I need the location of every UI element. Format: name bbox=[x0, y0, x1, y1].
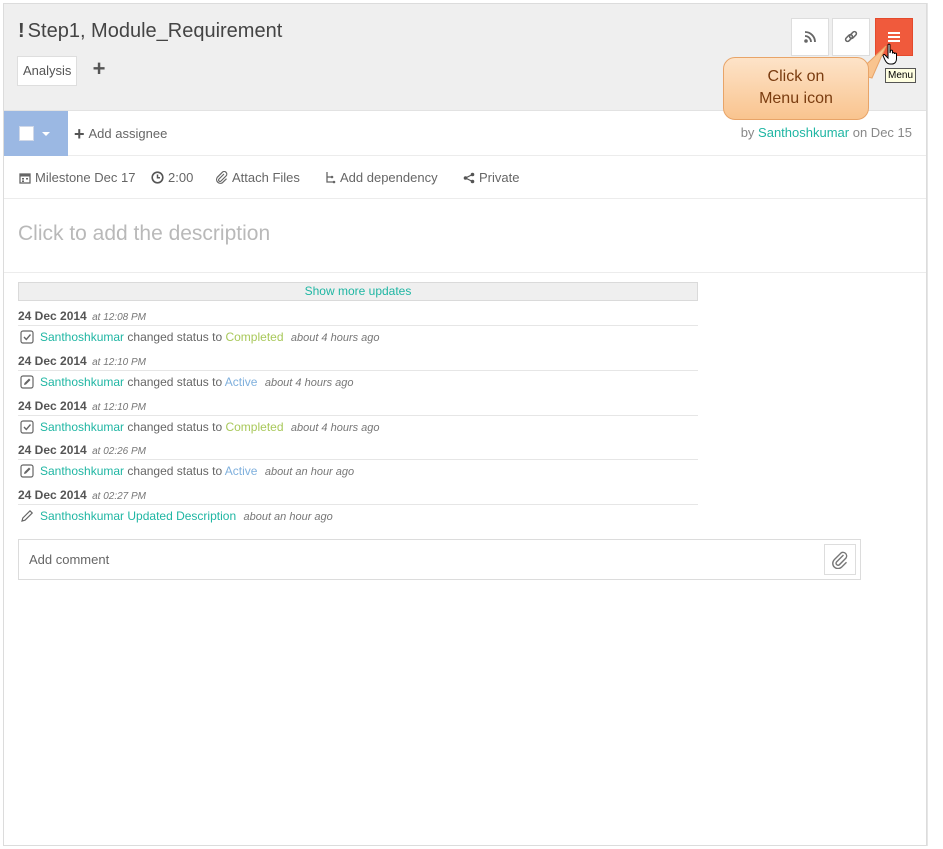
dependency-icon bbox=[326, 172, 336, 184]
caret-down-icon bbox=[42, 132, 50, 136]
update-action: Updated Description bbox=[127, 509, 237, 523]
time-label: 2:00 bbox=[168, 170, 194, 185]
callout-line-2: Menu icon bbox=[759, 90, 833, 107]
divider bbox=[18, 370, 698, 371]
time-button[interactable]: 2:00 bbox=[151, 170, 193, 185]
description-placeholder[interactable]: Click to add the description bbox=[18, 222, 270, 246]
paperclip-icon bbox=[832, 551, 848, 570]
update-entry: Santhoshkumar changed status to Complete… bbox=[20, 420, 380, 434]
edit-box-icon bbox=[20, 375, 34, 389]
divider bbox=[18, 415, 698, 416]
divider bbox=[18, 325, 698, 326]
update-status: Completed bbox=[225, 420, 284, 434]
meta-row: Milestone Dec 17 2:00 Attach Files Add d… bbox=[4, 156, 926, 199]
callout-line-1: Click on bbox=[767, 68, 825, 85]
share-icon bbox=[463, 172, 475, 184]
status-dropdown[interactable] bbox=[4, 111, 68, 156]
divider bbox=[18, 459, 698, 460]
divider bbox=[4, 272, 926, 273]
update-entry: Santhoshkumar Updated Description about … bbox=[20, 509, 333, 523]
annotation-callout: Click on Menu icon bbox=[723, 57, 869, 120]
hand-cursor-icon bbox=[882, 43, 897, 65]
update-ago: about an hour ago bbox=[243, 511, 333, 523]
tag-analysis[interactable]: Analysis bbox=[17, 56, 78, 86]
by-prefix: by bbox=[740, 125, 755, 140]
update-date: 24 Dec 2014 at 12:08 PM bbox=[18, 309, 146, 323]
comment-input[interactable] bbox=[19, 540, 809, 579]
update-date-text: 24 Dec 2014 bbox=[18, 354, 87, 368]
plus-icon: + bbox=[74, 124, 85, 144]
update-status: Active bbox=[224, 375, 258, 389]
attach-files-button[interactable]: Attach Files bbox=[215, 170, 300, 185]
created-by: by Santhoshkumar on Dec 15 bbox=[741, 125, 912, 140]
update-action: changed status to bbox=[127, 420, 223, 434]
update-ago: about an hour ago bbox=[264, 466, 355, 478]
update-time: at 02:26 PM bbox=[92, 446, 146, 457]
update-user-link[interactable]: Santhoshkumar bbox=[40, 375, 124, 389]
privacy-button[interactable]: Private bbox=[463, 170, 519, 185]
status-checkbox[interactable] bbox=[19, 126, 34, 141]
update-user-link[interactable]: Santhoshkumar bbox=[40, 330, 124, 344]
link-icon bbox=[844, 30, 858, 43]
update-entry: Santhoshkumar changed status to Complete… bbox=[20, 330, 380, 344]
scrollbar[interactable] bbox=[927, 3, 940, 846]
priority-mark: ! bbox=[18, 20, 25, 42]
update-user-link[interactable]: Santhoshkumar bbox=[40, 464, 124, 478]
update-date-text: 24 Dec 2014 bbox=[18, 309, 87, 323]
comment-box bbox=[18, 539, 861, 580]
update-action: changed status to bbox=[127, 464, 223, 478]
update-user-link[interactable]: Santhoshkumar bbox=[40, 420, 124, 434]
attach-files-label: Attach Files bbox=[232, 170, 300, 185]
task-title-text: Step1, Module_Requirement bbox=[27, 20, 283, 42]
update-ago: about 4 hours ago bbox=[290, 422, 380, 434]
menu-icon bbox=[888, 32, 900, 42]
milestone-label: Milestone Dec 17 bbox=[35, 170, 136, 185]
show-more-updates-button[interactable]: Show more updates bbox=[18, 282, 698, 301]
add-dependency-label: Add dependency bbox=[340, 170, 438, 185]
paperclip-icon bbox=[216, 170, 228, 184]
edit-box-icon bbox=[20, 464, 34, 478]
calendar-icon bbox=[19, 173, 31, 184]
update-time: at 12:08 PM bbox=[92, 312, 146, 323]
update-status: Active bbox=[224, 464, 258, 478]
update-date-text: 24 Dec 2014 bbox=[18, 443, 87, 457]
update-date: 24 Dec 2014 at 02:27 PM bbox=[18, 488, 146, 502]
update-time: at 12:10 PM bbox=[92, 402, 146, 413]
update-status: Completed bbox=[225, 330, 284, 344]
update-date-text: 24 Dec 2014 bbox=[18, 488, 87, 502]
rss-icon bbox=[804, 31, 816, 43]
update-user-link[interactable]: Santhoshkumar bbox=[40, 509, 124, 523]
rss-button[interactable] bbox=[791, 18, 829, 56]
divider bbox=[18, 504, 698, 505]
update-ago: about 4 hours ago bbox=[290, 332, 380, 344]
update-action: changed status to bbox=[127, 330, 223, 344]
update-date-text: 24 Dec 2014 bbox=[18, 399, 87, 413]
pencil-icon bbox=[21, 509, 34, 522]
update-date: 24 Dec 2014 at 12:10 PM bbox=[18, 354, 146, 368]
creator-link[interactable]: Santhoshkumar bbox=[758, 125, 849, 140]
checkbox-icon bbox=[20, 420, 34, 434]
checkbox-icon bbox=[20, 330, 34, 344]
created-date: on Dec 15 bbox=[852, 125, 912, 140]
task-detail-panel: ! Step1, Module_Requirement Analysis + +… bbox=[3, 3, 927, 846]
add-dependency-button[interactable]: Add dependency bbox=[324, 170, 438, 185]
task-title[interactable]: ! Step1, Module_Requirement bbox=[18, 20, 282, 43]
privacy-label: Private bbox=[479, 170, 520, 185]
add-assignee-label: Add assignee bbox=[88, 126, 168, 141]
update-date: 24 Dec 2014 at 02:26 PM bbox=[18, 443, 146, 457]
update-entry: Santhoshkumar changed status to Active a… bbox=[20, 464, 354, 478]
milestone-button[interactable]: Milestone Dec 17 bbox=[19, 170, 135, 185]
update-date: 24 Dec 2014 at 12:10 PM bbox=[18, 399, 146, 413]
clock-icon bbox=[151, 171, 164, 184]
update-ago: about 4 hours ago bbox=[264, 377, 354, 389]
update-time: at 02:27 PM bbox=[92, 491, 146, 502]
update-time: at 12:10 PM bbox=[92, 357, 146, 368]
update-action: changed status to bbox=[127, 375, 223, 389]
add-assignee-button[interactable]: + Add assignee bbox=[74, 124, 167, 145]
update-entry: Santhoshkumar changed status to Active a… bbox=[20, 375, 354, 389]
menu-tooltip: Menu bbox=[885, 68, 917, 83]
add-tag-button[interactable]: + bbox=[89, 58, 109, 80]
attach-comment-button[interactable] bbox=[824, 544, 856, 575]
